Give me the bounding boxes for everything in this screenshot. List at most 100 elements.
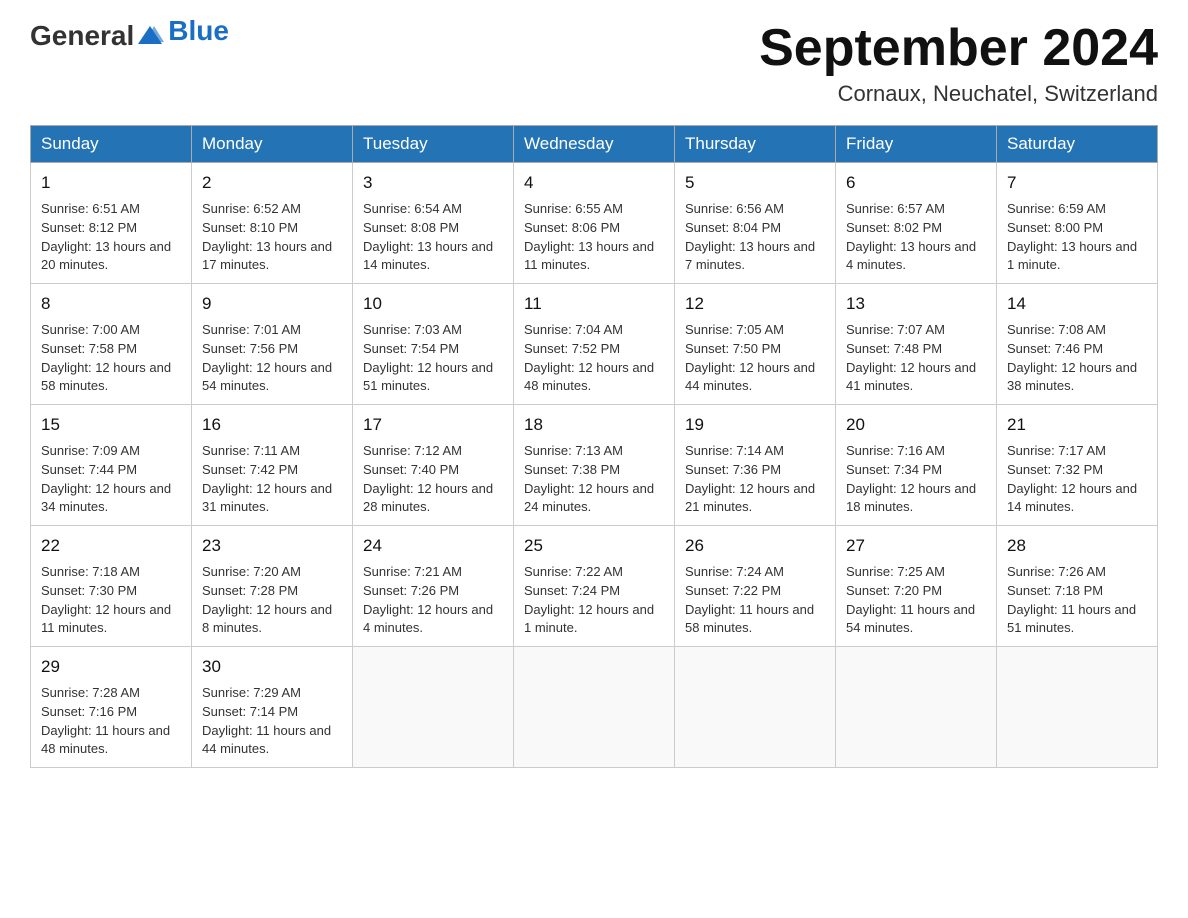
day-info: Sunrise: 7:14 AMSunset: 7:36 PMDaylight:… (685, 442, 825, 517)
calendar-header-row: Sunday Monday Tuesday Wednesday Thursday… (31, 126, 1158, 163)
table-row: 11 Sunrise: 7:04 AMSunset: 7:52 PMDayligh… (514, 284, 675, 405)
day-info: Sunrise: 7:16 AMSunset: 7:34 PMDaylight:… (846, 442, 986, 517)
table-row: 1 Sunrise: 6:51 AMSunset: 8:12 PMDaylight… (31, 163, 192, 284)
day-info: Sunrise: 7:12 AMSunset: 7:40 PMDaylight:… (363, 442, 503, 517)
title-block: September 2024 Cornaux, Neuchatel, Switz… (759, 20, 1158, 107)
day-number: 15 (41, 413, 181, 438)
calendar-week-row: 15 Sunrise: 7:09 AMSunset: 7:44 PMDayligh… (31, 405, 1158, 526)
calendar-week-row: 1 Sunrise: 6:51 AMSunset: 8:12 PMDaylight… (31, 163, 1158, 284)
header-sunday: Sunday (31, 126, 192, 163)
day-info: Sunrise: 7:18 AMSunset: 7:30 PMDaylight:… (41, 563, 181, 638)
day-info: Sunrise: 7:11 AMSunset: 7:42 PMDaylight:… (202, 442, 342, 517)
day-info: Sunrise: 6:54 AMSunset: 8:08 PMDaylight:… (363, 200, 503, 275)
table-row: 10 Sunrise: 7:03 AMSunset: 7:54 PMDayligh… (353, 284, 514, 405)
day-info: Sunrise: 7:01 AMSunset: 7:56 PMDaylight:… (202, 321, 342, 396)
day-number: 7 (1007, 171, 1147, 196)
table-row: 23Sunrise: 7:20 AMSunset: 7:28 PMDayligh… (192, 526, 353, 647)
table-row: 29Sunrise: 7:28 AMSunset: 7:16 PMDayligh… (31, 647, 192, 768)
table-row: 28Sunrise: 7:26 AMSunset: 7:18 PMDayligh… (997, 526, 1158, 647)
day-number: 12 (685, 292, 825, 317)
calendar-week-row: 22 Sunrise: 7:18 AMSunset: 7:30 PMDayligh… (31, 526, 1158, 647)
day-number: 9 (202, 292, 342, 317)
day-number: 30 (202, 655, 342, 680)
table-row: 6Sunrise: 6:57 AMSunset: 8:02 PMDaylight… (836, 163, 997, 284)
day-info: Sunrise: 7:26 AMSunset: 7:18 PMDaylight:… (1007, 563, 1147, 638)
day-info: Sunrise: 7:29 AMSunset: 7:14 PMDaylight:… (202, 684, 342, 759)
day-info: Sunrise: 7:04 AMSunset: 7:52 PMDaylight:… (524, 321, 664, 396)
day-number: 16 (202, 413, 342, 438)
day-info: Sunrise: 6:59 AMSunset: 8:00 PMDaylight:… (1007, 200, 1147, 275)
day-number: 19 (685, 413, 825, 438)
day-info: Sunrise: 7:25 AMSunset: 7:20 PMDaylight:… (846, 563, 986, 638)
table-row: 12 Sunrise: 7:05 AMSunset: 7:50 PMDayligh… (675, 284, 836, 405)
day-info: Sunrise: 7:24 AMSunset: 7:22 PMDaylight:… (685, 563, 825, 638)
table-row (997, 647, 1158, 768)
day-number: 3 (363, 171, 503, 196)
day-number: 21 (1007, 413, 1147, 438)
table-row: 8Sunrise: 7:00 AMSunset: 7:58 PMDaylight… (31, 284, 192, 405)
table-row: 24Sunrise: 7:21 AMSunset: 7:26 PMDayligh… (353, 526, 514, 647)
calendar-table: Sunday Monday Tuesday Wednesday Thursday… (30, 125, 1158, 768)
header-monday: Monday (192, 126, 353, 163)
table-row: 5Sunrise: 6:56 AMSunset: 8:04 PMDaylight… (675, 163, 836, 284)
day-number: 2 (202, 171, 342, 196)
day-info: Sunrise: 7:08 AMSunset: 7:46 PMDaylight:… (1007, 321, 1147, 396)
header-tuesday: Tuesday (353, 126, 514, 163)
day-number: 4 (524, 171, 664, 196)
day-number: 1 (41, 171, 181, 196)
location: Cornaux, Neuchatel, Switzerland (759, 81, 1158, 107)
day-number: 10 (363, 292, 503, 317)
header-wednesday: Wednesday (514, 126, 675, 163)
table-row: 9 Sunrise: 7:01 AMSunset: 7:56 PMDaylight… (192, 284, 353, 405)
table-row: 26Sunrise: 7:24 AMSunset: 7:22 PMDayligh… (675, 526, 836, 647)
table-row: 19 Sunrise: 7:14 AMSunset: 7:36 PMDayligh… (675, 405, 836, 526)
day-number: 11 (524, 292, 664, 317)
table-row: 18 Sunrise: 7:13 AMSunset: 7:38 PMDayligh… (514, 405, 675, 526)
table-row (675, 647, 836, 768)
table-row: 27Sunrise: 7:25 AMSunset: 7:20 PMDayligh… (836, 526, 997, 647)
table-row (353, 647, 514, 768)
day-number: 25 (524, 534, 664, 559)
table-row: 16 Sunrise: 7:11 AMSunset: 7:42 PMDayligh… (192, 405, 353, 526)
table-row: 22 Sunrise: 7:18 AMSunset: 7:30 PMDayligh… (31, 526, 192, 647)
table-row: 20 Sunrise: 7:16 AMSunset: 7:34 PMDayligh… (836, 405, 997, 526)
day-number: 24 (363, 534, 503, 559)
day-number: 23 (202, 534, 342, 559)
day-info: Sunrise: 7:09 AMSunset: 7:44 PMDaylight:… (41, 442, 181, 517)
calendar-week-row: 29Sunrise: 7:28 AMSunset: 7:16 PMDayligh… (31, 647, 1158, 768)
day-number: 22 (41, 534, 181, 559)
table-row: 15 Sunrise: 7:09 AMSunset: 7:44 PMDayligh… (31, 405, 192, 526)
day-info: Sunrise: 7:05 AMSunset: 7:50 PMDaylight:… (685, 321, 825, 396)
table-row: 25 Sunrise: 7:22 AMSunset: 7:24 PMDayligh… (514, 526, 675, 647)
day-number: 6 (846, 171, 986, 196)
table-row: 21 Sunrise: 7:17 AMSunset: 7:32 PMDayligh… (997, 405, 1158, 526)
day-info: Sunrise: 7:03 AMSunset: 7:54 PMDaylight:… (363, 321, 503, 396)
month-title: September 2024 (759, 20, 1158, 77)
day-info: Sunrise: 7:00 AMSunset: 7:58 PMDaylight:… (41, 321, 181, 396)
day-info: Sunrise: 6:55 AMSunset: 8:06 PMDaylight:… (524, 200, 664, 275)
table-row: 3 Sunrise: 6:54 AMSunset: 8:08 PMDaylight… (353, 163, 514, 284)
day-number: 29 (41, 655, 181, 680)
day-number: 13 (846, 292, 986, 317)
day-info: Sunrise: 6:56 AMSunset: 8:04 PMDaylight:… (685, 200, 825, 275)
day-info: Sunrise: 6:52 AMSunset: 8:10 PMDaylight:… (202, 200, 342, 275)
header-friday: Friday (836, 126, 997, 163)
logo-icon (136, 22, 164, 50)
logo: General Blue (30, 20, 229, 52)
table-row (836, 647, 997, 768)
day-number: 17 (363, 413, 503, 438)
table-row: 7 Sunrise: 6:59 AMSunset: 8:00 PMDaylight… (997, 163, 1158, 284)
day-info: Sunrise: 7:17 AMSunset: 7:32 PMDaylight:… (1007, 442, 1147, 517)
table-row: 17 Sunrise: 7:12 AMSunset: 7:40 PMDayligh… (353, 405, 514, 526)
day-number: 18 (524, 413, 664, 438)
table-row: 2 Sunrise: 6:52 AMSunset: 8:10 PMDaylight… (192, 163, 353, 284)
day-info: Sunrise: 7:13 AMSunset: 7:38 PMDaylight:… (524, 442, 664, 517)
day-info: Sunrise: 7:22 AMSunset: 7:24 PMDaylight:… (524, 563, 664, 638)
table-row: 4 Sunrise: 6:55 AMSunset: 8:06 PMDaylight… (514, 163, 675, 284)
page-header: General Blue September 2024 Cornaux, Neu… (30, 20, 1158, 107)
calendar-week-row: 8Sunrise: 7:00 AMSunset: 7:58 PMDaylight… (31, 284, 1158, 405)
day-number: 20 (846, 413, 986, 438)
day-info: Sunrise: 6:51 AMSunset: 8:12 PMDaylight:… (41, 200, 181, 275)
logo-blue-text: Blue (168, 15, 229, 47)
day-number: 14 (1007, 292, 1147, 317)
